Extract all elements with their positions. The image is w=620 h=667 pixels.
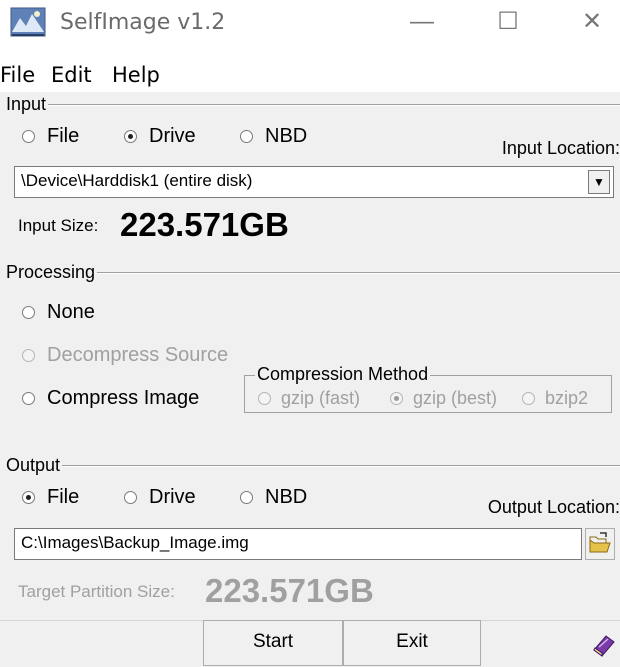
- window-title: SelfImage v1.2: [60, 10, 226, 35]
- input-group-label: Input: [4, 94, 49, 114]
- start-button[interactable]: Start: [203, 620, 343, 666]
- output-target-nbd[interactable]: NBD: [240, 485, 307, 509]
- output-target-drive[interactable]: Drive: [124, 485, 196, 509]
- radio-icon: [124, 490, 137, 504]
- input-source-drive[interactable]: Drive: [124, 124, 196, 148]
- menu-help[interactable]: Help: [112, 60, 160, 90]
- compression-gzip-best: gzip (best): [390, 386, 497, 410]
- radio-icon: [240, 129, 253, 143]
- processing-none[interactable]: None: [22, 300, 95, 324]
- radio-selected-icon: [390, 391, 403, 405]
- output-location-value: C:\Images\Backup_Image.img: [21, 533, 249, 552]
- target-partition-size-value: 223.571GB: [205, 572, 374, 609]
- processing-decompress: Decompress Source: [22, 343, 228, 367]
- menu-edit[interactable]: Edit: [51, 60, 92, 90]
- radio-icon: [22, 129, 35, 143]
- processing-group-label: Processing: [4, 262, 98, 282]
- output-group-label: Output: [4, 455, 63, 475]
- browse-button[interactable]: [585, 528, 615, 560]
- target-partition-size-label: Target Partition Size:: [18, 582, 175, 601]
- input-source-file[interactable]: File: [22, 124, 79, 148]
- close-button[interactable]: ✕: [562, 0, 620, 46]
- input-size-value: 223.571GB: [120, 206, 289, 243]
- output-location-field[interactable]: C:\Images\Backup_Image.img: [14, 528, 582, 560]
- exit-button[interactable]: Exit: [343, 620, 481, 666]
- output-group-border: [4, 465, 620, 466]
- output-target-file[interactable]: File: [22, 485, 79, 509]
- radio-selected-icon: [22, 490, 35, 504]
- menu-file[interactable]: File: [0, 60, 35, 90]
- output-location-label: Output Location:: [487, 497, 620, 517]
- input-group-border: [4, 104, 620, 105]
- radio-icon: [522, 391, 535, 405]
- processing-compress[interactable]: Compress Image: [22, 386, 199, 410]
- minimize-button[interactable]: —: [392, 0, 452, 46]
- open-folder-icon: [589, 532, 611, 553]
- input-source-nbd[interactable]: NBD: [240, 124, 307, 148]
- book-icon[interactable]: [590, 630, 618, 658]
- input-size-label: Input Size:: [18, 216, 99, 235]
- compression-bzip2: bzip2: [522, 386, 588, 410]
- drive-image-icon: [10, 6, 50, 42]
- input-location-combo[interactable]: \Device\Harddisk1 (entire disk): [14, 166, 614, 198]
- radio-icon: [22, 305, 35, 319]
- radio-icon: [240, 490, 253, 504]
- radio-selected-icon: [124, 129, 137, 143]
- input-location-value: \Device\Harddisk1 (entire disk): [21, 171, 253, 190]
- maximize-button[interactable]: ☐: [478, 0, 538, 46]
- radio-icon: [22, 348, 35, 362]
- radio-icon: [22, 391, 35, 405]
- input-location-label: Input Location:: [501, 138, 620, 158]
- compression-gzip-fast: gzip (fast): [258, 386, 360, 410]
- radio-icon: [258, 391, 271, 405]
- menu-bar: [0, 58, 620, 92]
- compression-group-label: Compression Method: [255, 364, 431, 384]
- chevron-down-icon[interactable]: ▼: [588, 170, 610, 194]
